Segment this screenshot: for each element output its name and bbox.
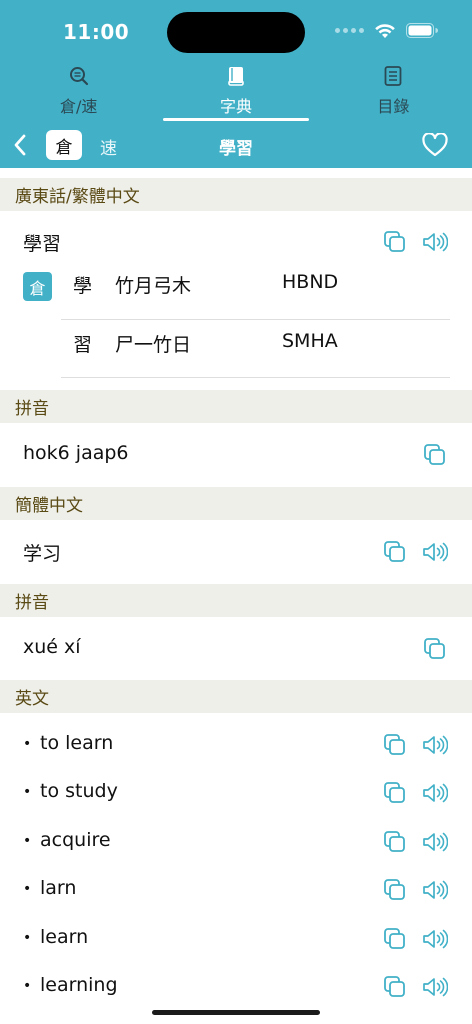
speaker-icon[interactable] bbox=[422, 926, 449, 952]
traditional-word: 學習 bbox=[23, 233, 62, 255]
home-indicator bbox=[152, 1010, 320, 1015]
copy-icon[interactable] bbox=[422, 442, 448, 468]
cangjie-badge: 倉 bbox=[23, 272, 52, 301]
bullet-dot-icon: • bbox=[23, 978, 32, 994]
section-header-english: 英文 bbox=[0, 680, 472, 713]
section-header-pinyin: 拼音 bbox=[0, 584, 472, 617]
cangjie-code: SMHA bbox=[282, 330, 338, 352]
english-definition: acquire bbox=[40, 829, 111, 851]
cangjie-row: 學 竹月弓木 HBND bbox=[73, 271, 453, 311]
bullet-dot-icon: • bbox=[23, 881, 32, 897]
segment-cangjie[interactable]: 倉 bbox=[46, 130, 82, 160]
header: 11:00 倉/速 字典 目錄 倉 速 學習 bbox=[0, 0, 472, 168]
definition-actions bbox=[382, 732, 449, 758]
cangjie-radicals: 竹月弓木 bbox=[115, 275, 192, 297]
speaker-icon[interactable] bbox=[422, 732, 449, 758]
speaker-icon[interactable] bbox=[422, 780, 449, 806]
copy-icon[interactable] bbox=[382, 829, 408, 855]
english-definition: larn bbox=[40, 877, 77, 899]
divider bbox=[61, 377, 450, 378]
tab-index[interactable]: 目錄 bbox=[315, 62, 472, 122]
tab-bar: 倉/速 字典 目錄 bbox=[0, 62, 472, 122]
pinyin-actions bbox=[422, 636, 448, 662]
bullet-dot-icon: • bbox=[23, 930, 32, 946]
tab-search[interactable]: 倉/速 bbox=[0, 62, 157, 122]
cellular-signal-icon bbox=[335, 28, 364, 33]
tab-search-label: 倉/速 bbox=[59, 97, 98, 116]
pinyin-text: xué xí bbox=[23, 636, 81, 658]
section-header-cantonese: 廣東話/繁體中文 bbox=[0, 178, 472, 211]
english-definition: learn bbox=[40, 926, 89, 948]
speaker-icon[interactable] bbox=[422, 877, 449, 903]
divider bbox=[61, 319, 450, 320]
copy-icon[interactable] bbox=[382, 974, 408, 1000]
bullet-dot-icon: • bbox=[23, 833, 32, 849]
speaker-icon[interactable] bbox=[422, 974, 449, 1000]
cangjie-char: 習 bbox=[73, 334, 93, 356]
bullet-dot-icon: • bbox=[23, 736, 32, 752]
active-tab-indicator bbox=[163, 118, 309, 121]
english-definition: to study bbox=[40, 780, 118, 802]
speaker-icon[interactable] bbox=[422, 829, 449, 855]
copy-icon[interactable] bbox=[382, 732, 408, 758]
copy-icon[interactable] bbox=[382, 877, 408, 903]
simplified-word: 学习 bbox=[23, 543, 62, 565]
definition-actions bbox=[382, 974, 449, 1000]
status-time: 11:00 bbox=[63, 20, 130, 44]
definition-actions bbox=[382, 877, 449, 903]
jyutping-actions bbox=[422, 442, 448, 468]
nav-bar: 倉 速 學習 bbox=[0, 122, 472, 168]
copy-icon[interactable] bbox=[422, 636, 448, 662]
status-icons bbox=[335, 22, 438, 39]
definition-actions bbox=[382, 926, 449, 952]
section-header-jyutping: 拼音 bbox=[0, 390, 472, 423]
definition-actions bbox=[382, 829, 449, 855]
tab-dictionary[interactable]: 字典 bbox=[157, 62, 314, 122]
heart-icon[interactable] bbox=[422, 132, 448, 161]
definition-actions bbox=[382, 780, 449, 806]
segment-quick[interactable]: 速 bbox=[100, 134, 117, 159]
jyutping-text: hok6 jaap6 bbox=[23, 442, 129, 464]
english-definition: learning bbox=[40, 974, 118, 996]
cangjie-char: 學 bbox=[73, 275, 93, 297]
list-icon bbox=[384, 66, 402, 90]
book-icon bbox=[227, 66, 245, 90]
section-header-simplified: 簡體中文 bbox=[0, 487, 472, 520]
copy-icon[interactable] bbox=[382, 539, 408, 565]
simplified-actions bbox=[382, 539, 449, 565]
speaker-icon[interactable] bbox=[422, 539, 449, 565]
dynamic-island bbox=[167, 12, 305, 53]
tab-dictionary-label: 字典 bbox=[219, 97, 252, 116]
copy-icon[interactable] bbox=[382, 229, 408, 255]
bullet-dot-icon: • bbox=[23, 784, 32, 800]
copy-icon[interactable] bbox=[382, 780, 408, 806]
word-actions bbox=[382, 229, 449, 255]
cangjie-code: HBND bbox=[282, 271, 339, 293]
battery-icon bbox=[406, 23, 438, 38]
copy-icon[interactable] bbox=[382, 926, 408, 952]
cangjie-radicals: 尸一竹日 bbox=[115, 334, 192, 356]
magnifier-icon bbox=[69, 66, 89, 90]
speaker-icon[interactable] bbox=[422, 229, 449, 255]
back-chevron-icon[interactable] bbox=[12, 133, 28, 161]
english-definition: to learn bbox=[40, 732, 114, 754]
tab-index-label: 目錄 bbox=[377, 97, 410, 116]
wifi-icon bbox=[374, 22, 396, 39]
cangjie-row: 習 尸一竹日 SMHA bbox=[73, 330, 453, 370]
